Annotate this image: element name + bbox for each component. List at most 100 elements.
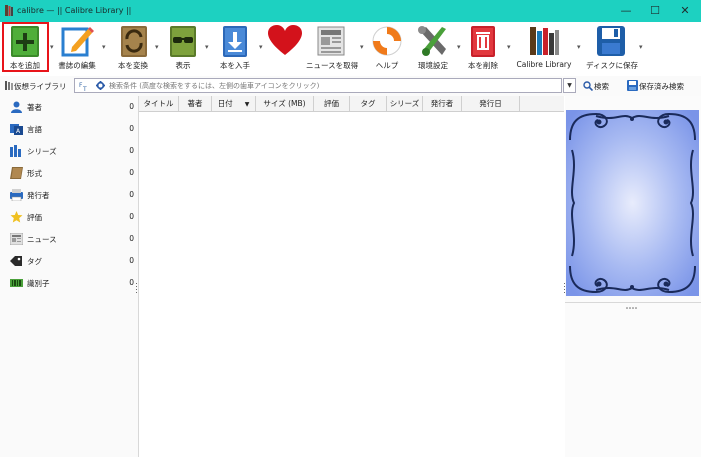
library-label: Calibre Library — [516, 60, 572, 69]
heart-icon — [268, 25, 302, 55]
book-list[interactable] — [139, 96, 564, 457]
svg-text:T: T — [82, 86, 87, 91]
book-format-icon — [10, 167, 23, 179]
view-button[interactable]: 表示 — [162, 22, 204, 74]
category-identifiers[interactable]: 識別子 0 — [10, 276, 134, 290]
remove-book-label: 本を削除 — [468, 61, 498, 70]
category-label: 発行者 — [27, 191, 50, 200]
sort-arrow-icon: ▼ — [244, 101, 250, 108]
get-books-button[interactable]: 本を入手 — [214, 22, 256, 74]
search-box[interactable]: F T — [74, 78, 562, 93]
column-publisher[interactable]: 発行者 — [423, 96, 462, 111]
donate-heart-button[interactable] — [266, 22, 304, 74]
default-cover-image — [566, 110, 699, 296]
remove-book-button[interactable]: 本を削除 — [462, 22, 504, 74]
preferences-dropdown-arrow[interactable]: ▾ — [457, 43, 461, 51]
column-title[interactable]: タイトル — [139, 96, 179, 111]
edit-metadata-label: 書誌の編集 — [58, 61, 96, 70]
help-button[interactable]: ヘルプ — [366, 22, 408, 74]
publisher-icon — [10, 189, 23, 201]
saved-searches-button[interactable]: 保存済み検索 — [639, 81, 684, 92]
fetch-news-button[interactable]: ニュースを取得 — [306, 22, 358, 74]
column-authors[interactable]: 著者 — [179, 96, 212, 111]
category-formats[interactable]: 形式 0 — [10, 166, 134, 180]
category-publishers[interactable]: 発行者 0 — [10, 188, 134, 202]
close-button[interactable]: ✕ — [671, 0, 699, 22]
category-label: シリーズ — [27, 147, 57, 156]
category-count: 0 — [129, 234, 134, 243]
category-count: 0 — [129, 146, 134, 155]
convert-icon — [121, 26, 147, 57]
edit-metadata-button[interactable]: 書誌の編集 — [54, 22, 100, 74]
fetch-news-dropdown-arrow[interactable]: ▾ — [360, 43, 364, 51]
library-button[interactable]: Calibre Library — [515, 22, 573, 74]
edit-metadata-icon — [61, 27, 94, 57]
library-books-icon — [530, 27, 559, 55]
column-date[interactable]: 日付 ▼ — [212, 96, 256, 111]
category-label: タグ — [27, 257, 42, 266]
column-tags[interactable]: タグ — [350, 96, 387, 111]
add-book-highlight — [2, 22, 49, 72]
details-splitter-handle[interactable] — [565, 302, 701, 312]
edit-metadata-dropdown-arrow[interactable]: ▾ — [102, 43, 106, 51]
category-rating[interactable]: 評価 0 — [10, 210, 134, 224]
preferences-button[interactable]: 環境設定 — [410, 22, 456, 74]
series-icon — [10, 145, 21, 157]
column-rating[interactable]: 評価 — [314, 96, 350, 111]
virtual-library-button[interactable]: 仮想ライブラリ — [14, 81, 67, 92]
convert-book-button[interactable]: 本を変換 — [112, 22, 154, 74]
category-tags[interactable]: タグ 0 — [10, 254, 134, 268]
gear-icon[interactable] — [96, 81, 105, 90]
left-splitter-handle[interactable] — [135, 282, 138, 296]
category-count: 0 — [129, 124, 134, 133]
category-series[interactable]: シリーズ 0 — [10, 144, 134, 158]
save-to-disk-button[interactable]: ディスクに保存 — [586, 22, 638, 74]
minimize-button[interactable]: — — [612, 0, 640, 22]
floppy-disk-icon — [597, 26, 625, 56]
library-dropdown-arrow[interactable]: ▾ — [577, 43, 581, 51]
save-dropdown-arrow[interactable]: ▾ — [639, 43, 643, 51]
category-count: 0 — [129, 212, 134, 221]
tag-browser: 著者 0 A 言語 0 シリーズ 0 形式 0 発行者 0 評価 0 ニュース … — [0, 96, 139, 457]
category-authors[interactable]: 著者 0 — [10, 100, 134, 114]
column-sort-icon[interactable]: F T — [79, 81, 90, 91]
preferences-label: 環境設定 — [418, 61, 448, 70]
fetch-news-label: ニュースを取得 — [306, 61, 359, 70]
column-series[interactable]: シリーズ — [387, 96, 423, 111]
search-icon — [583, 81, 593, 91]
tag-icon — [10, 256, 22, 266]
search-history-dropdown[interactable]: ▼ — [563, 78, 576, 93]
title-bar: calibre — || Calibre Library || — ☐ ✕ — [0, 0, 701, 22]
category-count: 0 — [129, 256, 134, 265]
download-book-icon — [223, 26, 247, 57]
language-icon: A — [10, 124, 23, 135]
column-published[interactable]: 発行日 — [462, 96, 520, 111]
newspaper-icon — [317, 26, 345, 56]
category-label: 識別子 — [27, 279, 50, 288]
category-count: 0 — [129, 190, 134, 199]
column-size[interactable]: サイズ (MB) — [256, 96, 314, 111]
save-to-disk-label: ディスクに保存 — [586, 61, 638, 70]
calibre-app-icon — [5, 5, 13, 16]
category-count: 0 — [129, 168, 134, 177]
category-label: ニュース — [27, 235, 57, 244]
view-dropdown-arrow[interactable]: ▾ — [205, 43, 209, 51]
category-languages[interactable]: A 言語 0 — [10, 122, 134, 136]
category-count: 0 — [129, 278, 134, 287]
maximize-button[interactable]: ☐ — [641, 0, 669, 22]
add-book-dropdown-arrow[interactable]: ▾ — [50, 43, 54, 51]
category-news[interactable]: ニュース 0 — [10, 232, 134, 246]
category-label: 形式 — [27, 169, 42, 178]
get-books-label: 本を入手 — [220, 61, 250, 70]
virtual-library-icon — [5, 81, 13, 90]
news-icon — [10, 233, 23, 245]
star-icon — [10, 211, 23, 223]
remove-dropdown-arrow[interactable]: ▾ — [507, 43, 511, 51]
convert-dropdown-arrow[interactable]: ▾ — [155, 43, 159, 51]
search-button[interactable]: 検索 — [594, 81, 609, 92]
view-book-icon — [170, 26, 196, 57]
trash-book-icon — [471, 26, 495, 57]
get-books-dropdown-arrow[interactable]: ▾ — [259, 43, 263, 51]
help-label: ヘルプ — [375, 61, 399, 70]
search-input[interactable] — [109, 80, 549, 91]
